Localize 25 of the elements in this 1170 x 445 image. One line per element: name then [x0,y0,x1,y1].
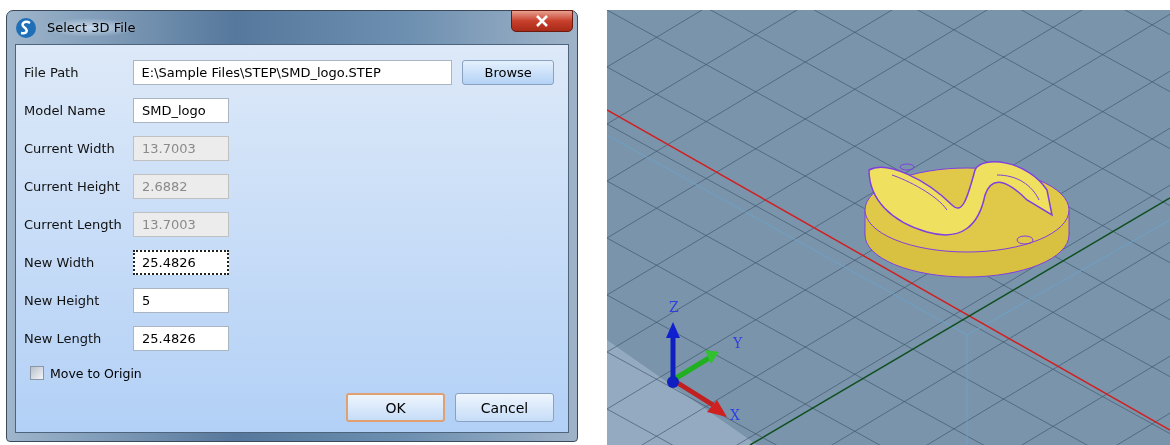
browse-button[interactable]: Browse [462,59,554,85]
input-field[interactable]: 5 [133,287,229,313]
checkbox[interactable] [30,366,44,380]
checkbox-label: Move to Origin [50,365,142,381]
field-label: Model Name [24,102,107,118]
cancel-button[interactable]: Cancel [455,393,554,422]
close-icon [535,15,549,27]
field-label: Current Height [24,178,121,194]
input-field[interactable]: E:\Sample Files\STEP\SMD_logo.STEP [132,59,453,85]
input-field[interactable]: SMD_logo [133,97,229,123]
input-field[interactable]: 25.4826 [133,325,229,351]
close-button[interactable] [511,10,573,32]
field-label: New Width [24,254,96,270]
ok-button[interactable]: OK [346,393,445,422]
field-label: Current Length [24,216,123,232]
field-label: File Path [24,64,80,80]
field-label: Current Width [24,140,116,156]
field-label: New Height [24,292,101,308]
axis-label: Z [669,299,679,315]
input-field[interactable]: 25.4826 [133,249,229,275]
axis-label: X [730,407,740,423]
field-label: New Length [24,330,103,346]
app-logo-icon [15,16,37,39]
window-title: Select 3D File [43,18,140,37]
axis-label: Y [733,335,743,351]
